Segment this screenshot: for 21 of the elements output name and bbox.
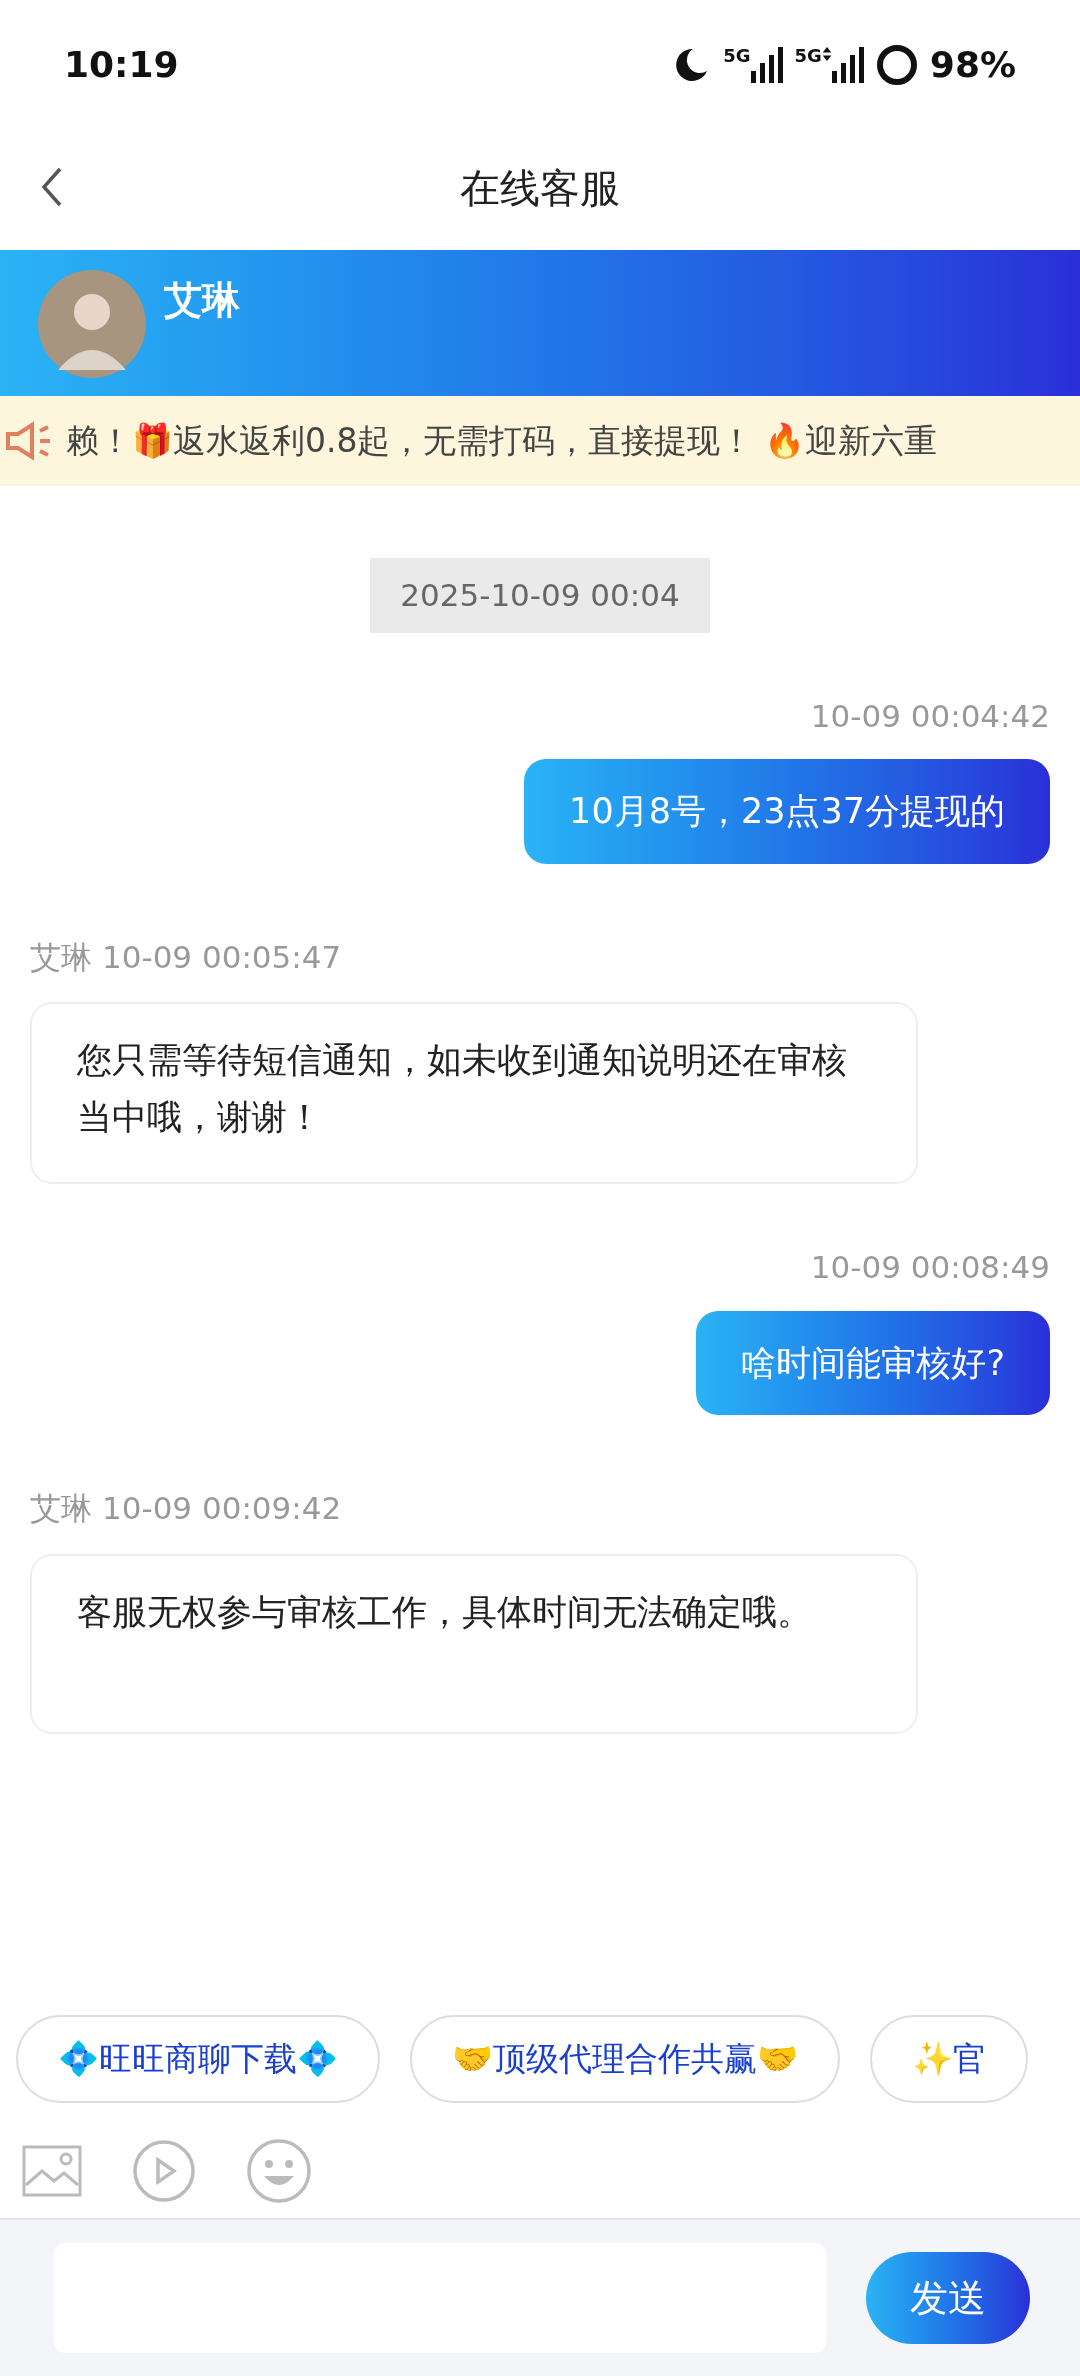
message-time: 10-09 00:09:42 — [102, 1489, 342, 1528]
sent-message-bubble: 啥时间能审核好? — [696, 1310, 1050, 1415]
message-time: 10-09 00:08:49 — [810, 1248, 1050, 1287]
page-title: 在线客服 — [460, 163, 620, 213]
notice-text: 赖！🎁返水返利0.8起，无需打码，直接提现！ 🔥迎新六重 — [66, 420, 937, 463]
message-time: 10-09 00:04:42 — [810, 696, 1050, 736]
message-time: 10-09 00:05:47 — [102, 937, 342, 977]
quick-reply-chip[interactable]: ✨官 — [870, 2015, 1028, 2103]
sender-name: 艾琳 — [30, 1489, 92, 1528]
agent-name: 艾琳 — [164, 277, 240, 324]
quick-reply-chip[interactable]: 🤝顶级代理合作共赢🤝 — [410, 2015, 840, 2103]
status-time: 10:19 — [64, 42, 179, 87]
sent-message-bubble: 10月8号，23点37分提现的 — [524, 759, 1050, 864]
network-type: 5G — [723, 46, 751, 65]
received-message-bubble: 客服无权参与审核工作，具体时间无法确定哦。 — [30, 1553, 918, 1734]
sender-name: 艾琳 — [30, 937, 92, 977]
send-button[interactable]: 发送 — [866, 2252, 1030, 2344]
network-type: 5G — [794, 46, 822, 65]
battery-percent: 98% — [929, 42, 1016, 87]
quick-reply-chip[interactable]: 💠旺旺商聊下载💠 — [16, 2015, 380, 2103]
received-message-bubble: 您只需等待短信通知，如未收到通知说明还在审核当中哦，谢谢！ — [30, 1002, 918, 1184]
